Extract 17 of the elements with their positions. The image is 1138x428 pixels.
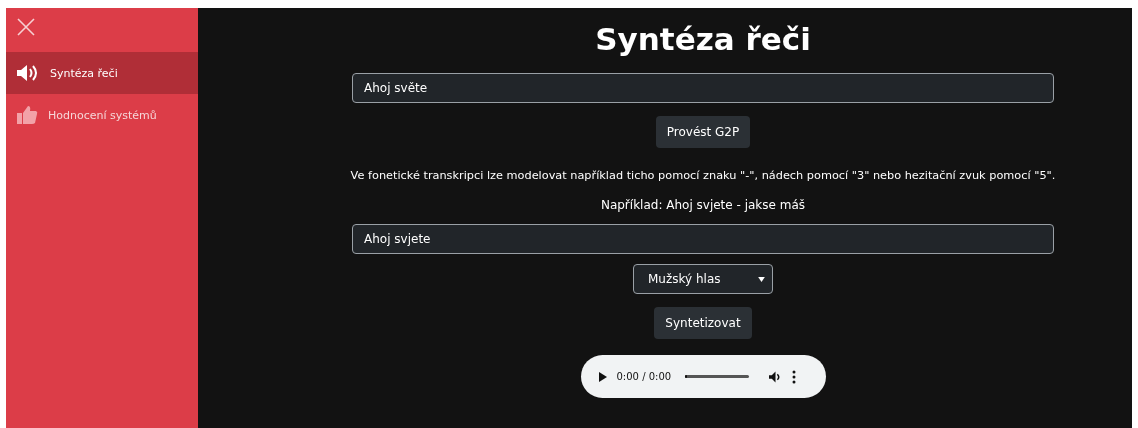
time-display: 0:00 / 0:00 bbox=[616, 371, 672, 382]
phonetic-input[interactable]: Ahoj svjete bbox=[352, 224, 1054, 254]
g2p-button[interactable]: Provést G2P bbox=[655, 116, 751, 148]
speaker-icon bbox=[16, 64, 40, 82]
example-text: Například: Ahoj svjete - jakse máš bbox=[600, 198, 806, 213]
voice-select[interactable]: Mužský hlas bbox=[633, 264, 773, 294]
close-icon[interactable] bbox=[17, 18, 35, 36]
text-input[interactable]: Ahoj světe bbox=[352, 73, 1054, 103]
more-options-icon[interactable] bbox=[792, 369, 797, 384]
sidebar-item[interactable]: Syntéza řeči bbox=[6, 52, 198, 94]
hint-text: Ve fonetické transkripci lze modelovat například ticho pomocí znaku "-", nádech pomocí "3" nebo hezitační zvuk pomocí "5". bbox=[350, 168, 1056, 183]
caret-icon bbox=[758, 276, 765, 282]
page-title: Syntéza řeči bbox=[595, 20, 811, 59]
thumbs-up-icon bbox=[16, 105, 38, 125]
synthesize-button[interactable]: Syntetizovat bbox=[654, 307, 752, 339]
progress-slider[interactable] bbox=[685, 375, 750, 378]
play-icon[interactable] bbox=[598, 371, 607, 382]
